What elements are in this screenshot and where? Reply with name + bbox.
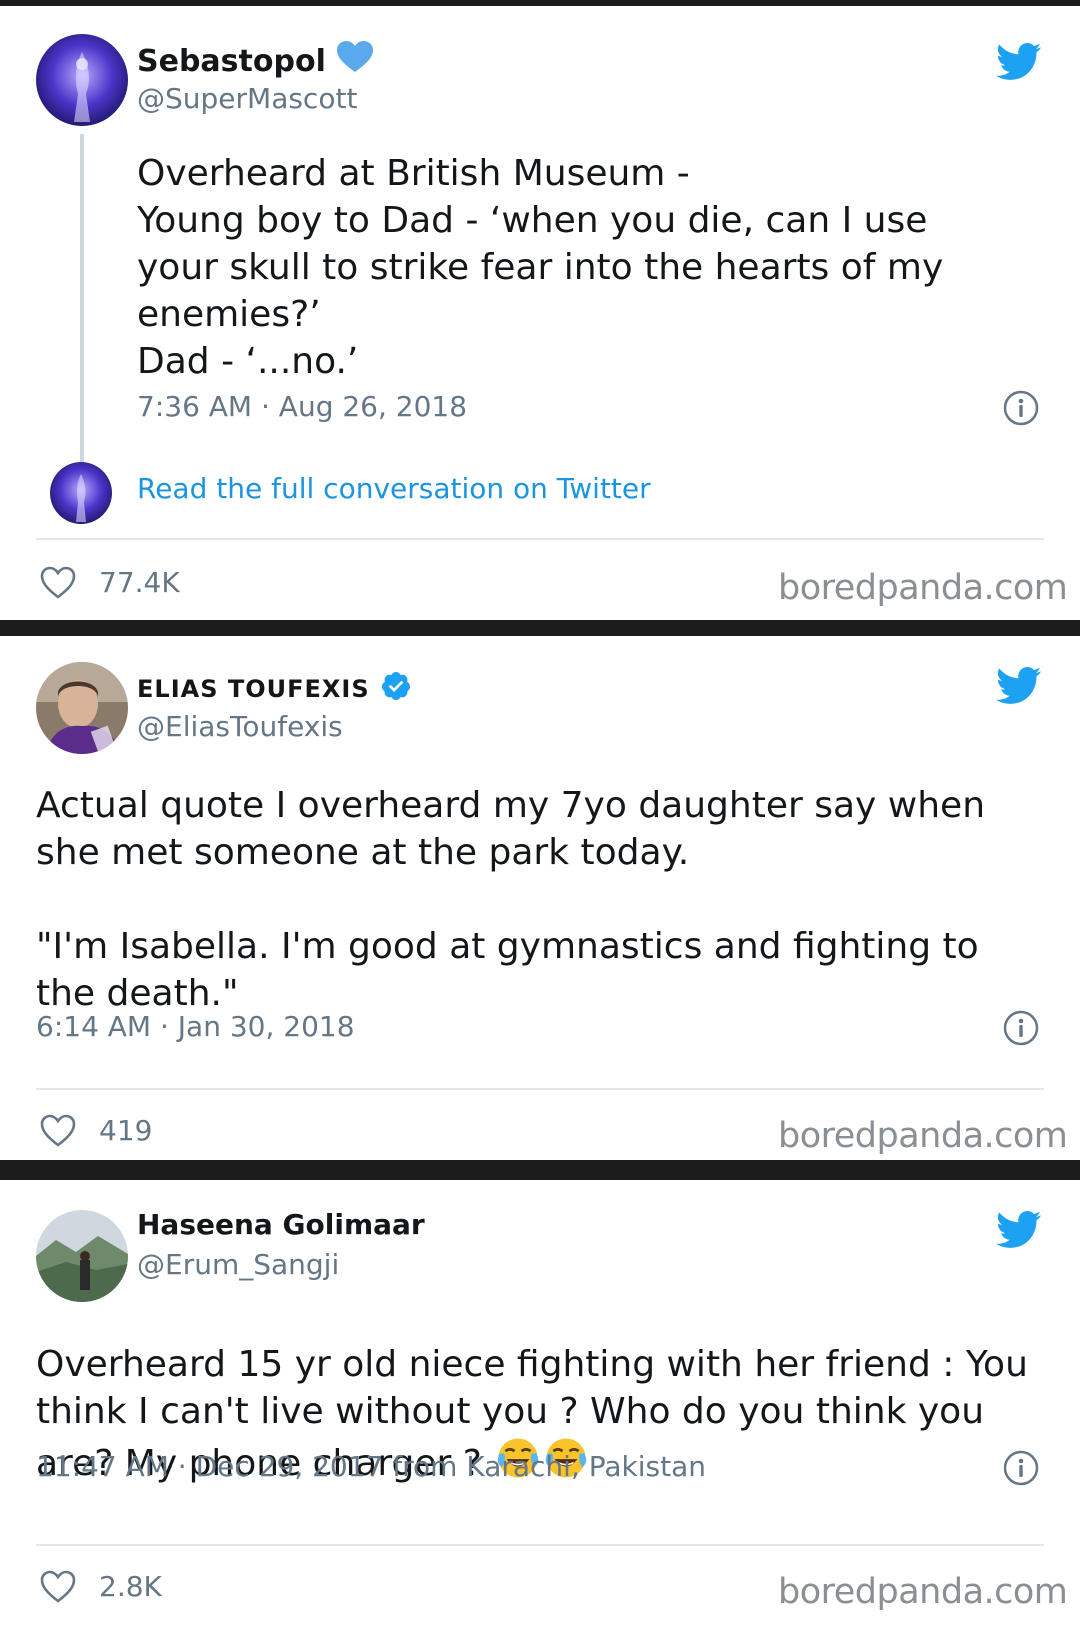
display-name[interactable]: ELIAS TOUFEXIS [137,670,412,708]
watermark: boredpanda.com [778,568,1068,608]
tweet-text: Actual quote I overheard my 7yo daughter… [36,785,986,1014]
handle[interactable]: @SuperMascott [137,82,357,115]
tweet-timestamp[interactable]: 7:36 AM · Aug 26, 2018 [137,390,467,423]
display-name[interactable]: Haseena Golimaar [137,1208,425,1241]
tweet-timestamp[interactable]: 6:14 AM · Jan 30, 2018 [36,1010,355,1043]
twitter-bird-icon[interactable] [996,42,1042,86]
display-name[interactable]: Sebastopol [137,40,374,82]
info-icon[interactable] [1003,390,1039,430]
info-icon[interactable] [1003,1010,1039,1050]
tweet-card-sebastopol: Sebastopol @SuperMascott Overheard at Br… [0,6,1080,620]
handle[interactable]: @EliasToufexis [137,710,343,743]
like-count: 419 [99,1114,153,1147]
read-full-conversation-link[interactable]: Read the full conversation on Twitter [137,472,651,505]
tweet-text: Overheard at British Museum - Young boy … [137,153,944,382]
tweet-card-haseena: Haseena Golimaar @Erum_Sangji Overheard … [0,1180,1080,1626]
watermark: boredpanda.com [778,1572,1068,1612]
avatar[interactable] [36,1210,128,1302]
heart-icon[interactable] [40,566,76,604]
watermark: boredpanda.com [778,1116,1068,1156]
small-avatar[interactable] [50,462,112,524]
info-icon[interactable] [1003,1450,1039,1490]
tweet-timestamp[interactable]: 11:47 AM · Dec 29, 2017 from Karachi, Pa… [36,1450,706,1483]
handle[interactable]: @Erum_Sangji [137,1248,339,1281]
verified-badge-icon [380,670,412,708]
like-count: 77.4K [99,566,180,599]
divider [36,1088,1044,1090]
tweet-card-elias: ELIAS TOUFEXIS @EliasToufexis Actual quo… [0,636,1080,1160]
heart-icon[interactable] [40,1570,76,1608]
heart-badge-icon [336,40,374,82]
avatar[interactable] [36,662,128,754]
heart-icon[interactable] [40,1114,76,1152]
like-count: 2.8K [99,1570,162,1603]
thread-line [80,134,84,462]
divider [36,538,1044,540]
avatar[interactable] [36,34,128,126]
divider [36,1544,1044,1546]
display-name-text: ELIAS TOUFEXIS [137,675,370,703]
twitter-bird-icon[interactable] [996,1210,1042,1254]
twitter-bird-icon[interactable] [996,666,1042,710]
display-name-text: Sebastopol [137,43,326,79]
